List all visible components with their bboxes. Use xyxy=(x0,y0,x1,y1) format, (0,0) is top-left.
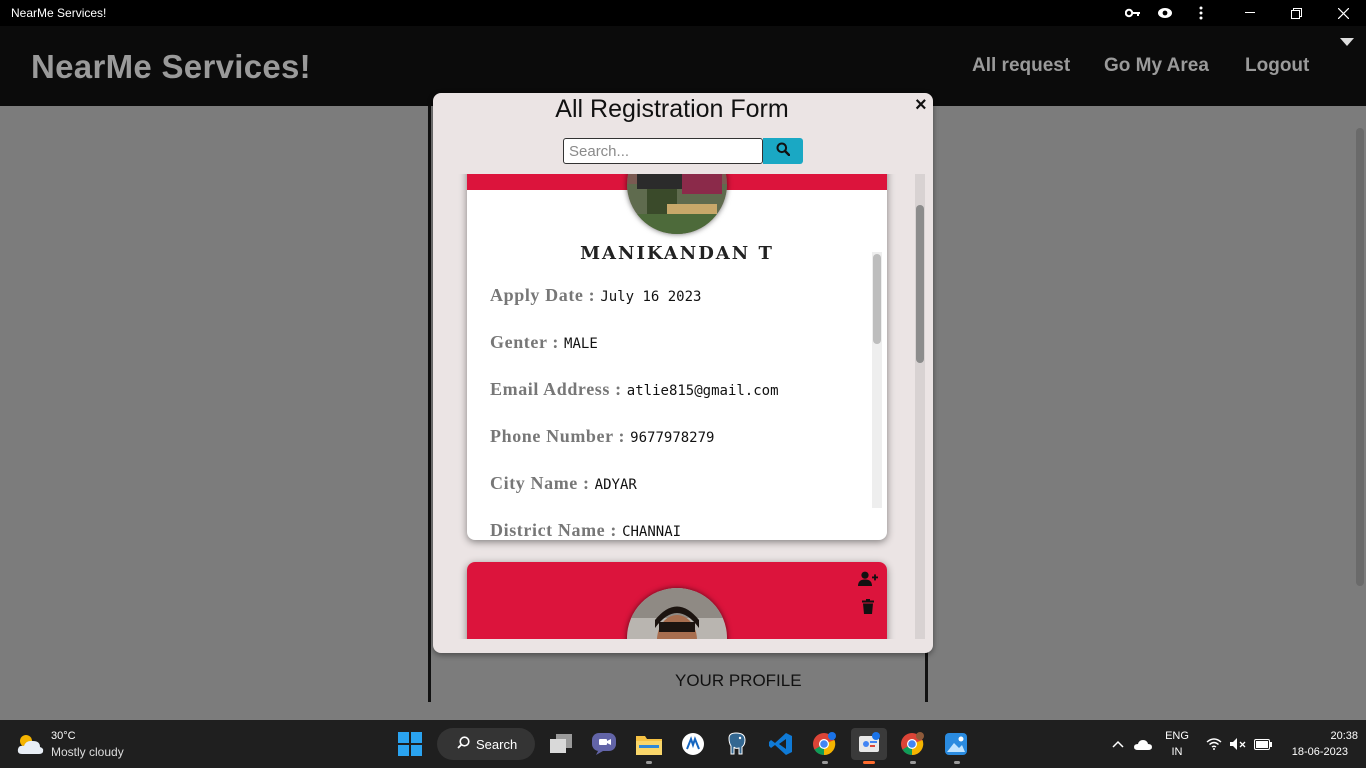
field-phone: Phone Number : 9677978279 xyxy=(490,426,714,447)
search-button[interactable] xyxy=(763,138,803,164)
photos-icon[interactable] xyxy=(940,728,972,760)
brand-title[interactable]: NearMe Services! xyxy=(31,48,311,86)
app-active-indicator xyxy=(863,761,875,764)
chevron-up-icon[interactable] xyxy=(1104,728,1132,760)
card-name: MANIKANDAN T xyxy=(580,243,774,264)
weather-cloud-icon[interactable] xyxy=(14,728,46,760)
restore-icon[interactable] xyxy=(1287,4,1305,22)
postgresql-elephant-icon[interactable] xyxy=(721,728,753,760)
chrome-icon[interactable] xyxy=(808,728,840,760)
clock-time[interactable]: 20:38 xyxy=(1302,730,1358,742)
search-icon xyxy=(776,142,791,161)
taskbar: 30°C Mostly cloudy Search ENG IN 20:38 1… xyxy=(0,720,1366,768)
field-label: District Name : xyxy=(490,520,623,540)
window-titlebar: NearMe Services! xyxy=(0,0,1366,26)
nav-go-my-area[interactable]: Go My Area xyxy=(1104,55,1209,77)
field-value: CHANNAI xyxy=(622,524,682,540)
card-scrollbar-thumb[interactable] xyxy=(873,254,881,344)
key-icon[interactable] xyxy=(1124,4,1142,22)
field-label: Apply Date : xyxy=(490,285,601,305)
region-indicator[interactable]: IN xyxy=(1163,746,1191,758)
weather-description: Mostly cloudy xyxy=(51,745,124,759)
caret-down-icon[interactable] xyxy=(1340,38,1354,46)
avatar xyxy=(627,174,727,234)
modal-scrollbar-thumb[interactable] xyxy=(916,205,924,363)
field-district: District Name : CHANNAI xyxy=(490,520,681,540)
onedrive-cloud-icon[interactable] xyxy=(1129,728,1157,760)
field-value: ADYAR xyxy=(594,477,637,493)
weather-temperature: 30°C xyxy=(51,730,76,742)
page-scrollbar[interactable] xyxy=(1356,128,1364,586)
eye-icon[interactable] xyxy=(1156,4,1174,22)
nav-logout[interactable]: Logout xyxy=(1245,55,1309,77)
app-running-indicator xyxy=(822,761,828,764)
field-label: Genter : xyxy=(490,332,565,352)
close-window-icon[interactable] xyxy=(1334,4,1352,22)
trash-icon[interactable] xyxy=(857,595,879,617)
registration-list: MANIKANDAN T Apply Date : July 16 2023 G… xyxy=(443,174,923,639)
chrome-profile-icon[interactable] xyxy=(896,728,928,760)
language-indicator[interactable]: ENG xyxy=(1163,730,1191,742)
taskbar-search[interactable]: Search xyxy=(437,728,535,760)
registration-card: MANIKANDAN T Apply Date : July 16 2023 G… xyxy=(467,174,887,540)
app-running-indicator xyxy=(954,761,960,764)
field-label: City Name : xyxy=(490,473,595,493)
close-icon[interactable]: × xyxy=(915,94,927,117)
field-apply-date: Apply Date : July 16 2023 xyxy=(490,285,701,306)
windows-start-icon[interactable] xyxy=(394,728,426,760)
field-email: Email Address : atlie815@gmail.com xyxy=(490,379,779,400)
teams-chat-icon[interactable] xyxy=(588,728,620,760)
file-explorer-icon[interactable] xyxy=(633,728,665,760)
add-user-icon[interactable] xyxy=(857,568,879,590)
your-profile-label: YOUR PROFILE xyxy=(675,671,802,690)
clock-date[interactable]: 18-06-2023 xyxy=(1282,746,1348,758)
field-city: City Name : ADYAR xyxy=(490,473,637,494)
field-gender: Genter : MALE xyxy=(490,332,598,353)
taskbar-search-label: Search xyxy=(476,736,518,752)
search-input[interactable] xyxy=(563,138,763,164)
field-label: Email Address : xyxy=(490,379,627,399)
window-title: NearMe Services! xyxy=(11,6,107,20)
task-view-icon[interactable] xyxy=(545,728,577,760)
more-vert-icon[interactable] xyxy=(1192,4,1210,22)
app-active-icon[interactable] xyxy=(851,728,887,760)
app-circle-icon[interactable] xyxy=(677,728,709,760)
app-running-indicator xyxy=(910,761,916,764)
field-value: 9677978279 xyxy=(630,430,715,446)
field-value: atlie815@gmail.com xyxy=(626,383,779,399)
modal-title: All Registration Form xyxy=(555,95,789,123)
search-icon xyxy=(457,736,470,752)
nav-all-request[interactable]: All request xyxy=(972,55,1070,77)
card-details: Apply Date : July 16 2023 Genter : MALE … xyxy=(467,275,887,540)
field-value: July 16 2023 xyxy=(600,289,702,305)
vscode-icon[interactable] xyxy=(765,728,797,760)
battery-icon[interactable] xyxy=(1249,728,1277,760)
minimize-icon[interactable] xyxy=(1241,4,1259,22)
registration-card xyxy=(467,562,887,639)
app-running-indicator xyxy=(646,761,652,764)
speaker-muted-icon[interactable] xyxy=(1224,728,1252,760)
field-label: Phone Number : xyxy=(490,426,631,446)
field-value: MALE xyxy=(564,336,598,352)
registration-modal: All Registration Form × MANIKANDAN T xyxy=(433,93,933,653)
